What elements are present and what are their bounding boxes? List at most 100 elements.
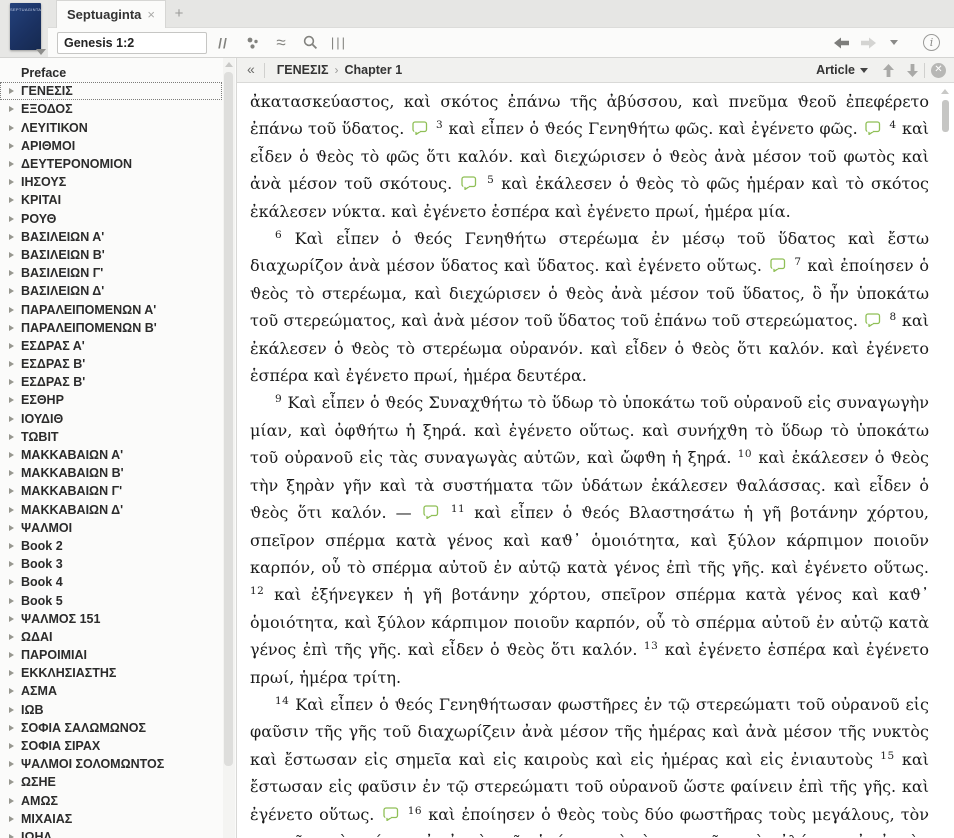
sidebar-item[interactable]: ΑΡΙΘΜΟΙ [0,137,222,155]
note-bubble-icon[interactable] [770,253,787,273]
text-scroll-up-icon[interactable] [941,89,949,94]
sidebar-item[interactable]: ΜΑΚΚΑΒΑΙΩΝ Β' [0,464,222,482]
sidebar-item[interactable]: ΒΑΣΙΛΕΙΩΝ Α' [0,228,222,246]
new-tab-button[interactable]: + [166,0,192,27]
sidebar-item[interactable]: Book 2 [0,537,222,555]
resource-book-block[interactable]: SEPTUAGINTA [0,0,48,58]
sidebar-scroll-up-icon[interactable] [225,62,233,67]
sidebar-item[interactable]: Book 5 [0,591,222,609]
sidebar-item[interactable]: ΠΑΡΟΙΜΙΑΙ [0,646,222,664]
sidebar-item[interactable]: ΩΣΗΕ [0,773,222,791]
breadcrumb-chapter[interactable]: Chapter 1 [345,63,403,77]
sidebar-item[interactable]: ΛΕΥΙΤΙΚΟΝ [0,119,222,137]
sidebar-item[interactable]: ΨΑΛΜΟΙ ΣΟΛΟΜΩΝΤΟΣ [0,755,222,773]
sidebar-item[interactable]: ΜΑΚΚΑΒΑΙΩΝ Γ' [0,482,222,500]
corresponding-words-icon[interactable] [239,31,265,55]
note-bubble-icon[interactable] [865,116,882,136]
sidebar-item[interactable]: ΡΟΥΘ [0,210,222,228]
expand-triangle-icon[interactable] [9,361,14,368]
note-bubble-icon[interactable] [865,308,882,328]
sidebar-item[interactable]: ΓΕΝΕΣΙΣ [0,82,222,101]
sidebar-item[interactable]: ΠΑΡΑΛΕΙΠΟΜΕΝΩΝ Α' [0,300,222,318]
sidebar-item[interactable]: ΙΩΒ [0,701,222,719]
expand-triangle-icon[interactable] [9,524,14,531]
reference-input[interactable] [57,31,207,54]
expand-triangle-icon[interactable] [9,433,14,440]
expand-triangle-icon[interactable] [9,197,14,204]
expand-triangle-icon[interactable] [9,615,14,622]
sidebar-scrollbar[interactable] [223,58,235,838]
expand-triangle-icon[interactable] [9,633,14,640]
expand-triangle-icon[interactable] [9,597,14,604]
sidebar-item[interactable]: ΤΩΒΙΤ [0,428,222,446]
note-bubble-icon[interactable] [423,500,440,520]
sidebar-scroll-thumb[interactable] [224,72,233,766]
history-caret-icon[interactable] [881,31,907,55]
text-scroll-thumb[interactable] [942,100,949,132]
expand-triangle-icon[interactable] [9,670,14,677]
expand-triangle-icon[interactable] [9,288,14,295]
sidebar-item[interactable]: ΒΑΣΙΛΕΙΩΝ Β' [0,246,222,264]
text-scrollbar[interactable] [937,83,954,838]
sidebar-item[interactable]: ΜΙΧΑΙΑΣ [0,810,222,828]
sidebar-item[interactable]: ΕΣΘΗΡ [0,391,222,409]
sidebar-item[interactable]: ΣΟΦΙΑ ΣΙΡΑΧ [0,737,222,755]
collapse-sidebar-icon[interactable]: « [237,61,264,79]
parallel-passages-icon[interactable]: ≈ [268,31,294,55]
breadcrumb-book[interactable]: ΓΕΝΕΣΙΣ [277,63,329,77]
sidebar-item[interactable]: ΔΕΥΤΕΡΟΝΟΜΙΟΝ [0,155,222,173]
note-bubble-icon[interactable] [411,116,429,136]
next-article-icon[interactable] [900,60,924,80]
expand-triangle-icon[interactable] [9,743,14,750]
note-bubble-icon[interactable] [382,802,400,821]
expand-triangle-icon[interactable] [9,88,14,95]
expand-triangle-icon[interactable] [9,342,14,349]
expand-triangle-icon[interactable] [9,215,14,222]
expand-triangle-icon[interactable] [9,561,14,568]
book-menu-caret-icon[interactable] [36,49,46,55]
expand-triangle-icon[interactable] [9,324,14,331]
sidebar-item[interactable]: Preface [0,64,222,82]
sidebar-item[interactable]: ΕΞΟΔΟΣ [0,100,222,118]
expand-triangle-icon[interactable] [9,833,14,838]
sidebar-item[interactable]: ΒΑΣΙΛΕΙΩΝ Γ' [0,264,222,282]
close-pane-icon[interactable]: ✕ [931,62,946,78]
book-cover-icon[interactable]: SEPTUAGINTA [10,3,41,50]
sidebar-item[interactable]: ΨΑΛΜΟΣ 151 [0,610,222,628]
expand-triangle-icon[interactable] [9,270,14,277]
expand-triangle-icon[interactable] [9,761,14,768]
sidebar-item[interactable]: ΒΑΣΙΛΕΙΩΝ Δ' [0,282,222,300]
expand-triangle-icon[interactable] [9,688,14,695]
expand-triangle-icon[interactable] [9,542,14,549]
sidebar-item[interactable]: ΨΑΛΜΟΙ [0,519,222,537]
expand-triangle-icon[interactable] [9,251,14,258]
sidebar-item[interactable]: ΑΜΩΣ [0,792,222,810]
sidebar-item[interactable]: ΕΣΔΡΑΣ Β' [0,355,222,373]
sidebar-item[interactable]: ΙΗΣΟΥΣ [0,173,222,191]
previous-article-icon[interactable] [876,60,900,80]
sidebar-item[interactable]: ΠΑΡΑΛΕΙΠΟΜΕΝΩΝ Β' [0,319,222,337]
forward-arrow-icon[interactable] [855,31,881,55]
sidebar-item[interactable]: ΚΡΙΤΑΙ [0,191,222,209]
expand-triangle-icon[interactable] [9,452,14,459]
sidebar-item[interactable]: ΑΣΜΑ [0,682,222,700]
back-arrow-icon[interactable] [829,31,855,55]
tab-septuaginta[interactable]: Septuaginta × [56,0,166,28]
expand-triangle-icon[interactable] [9,233,14,240]
expand-triangle-icon[interactable] [9,579,14,586]
expand-triangle-icon[interactable] [9,379,14,386]
columns-icon[interactable]: ||| [326,31,352,55]
expand-triangle-icon[interactable] [9,706,14,713]
sidebar-item[interactable]: ΙΩΗΛ [0,828,222,838]
expand-triangle-icon[interactable] [9,470,14,477]
expand-triangle-icon[interactable] [9,779,14,786]
expand-triangle-icon[interactable] [9,161,14,168]
expand-triangle-icon[interactable] [9,142,14,149]
sidebar-item[interactable]: ΙΟΥΔΙΘ [0,410,222,428]
expand-triangle-icon[interactable] [9,797,14,804]
article-dropdown[interactable]: Article [816,63,868,77]
expand-triangle-icon[interactable] [9,179,14,186]
expand-triangle-icon[interactable] [9,306,14,313]
sidebar-item[interactable]: ΕΚΚΛΗΣΙΑΣΤΗΣ [0,664,222,682]
parallel-resources-icon[interactable]: // [210,31,236,55]
